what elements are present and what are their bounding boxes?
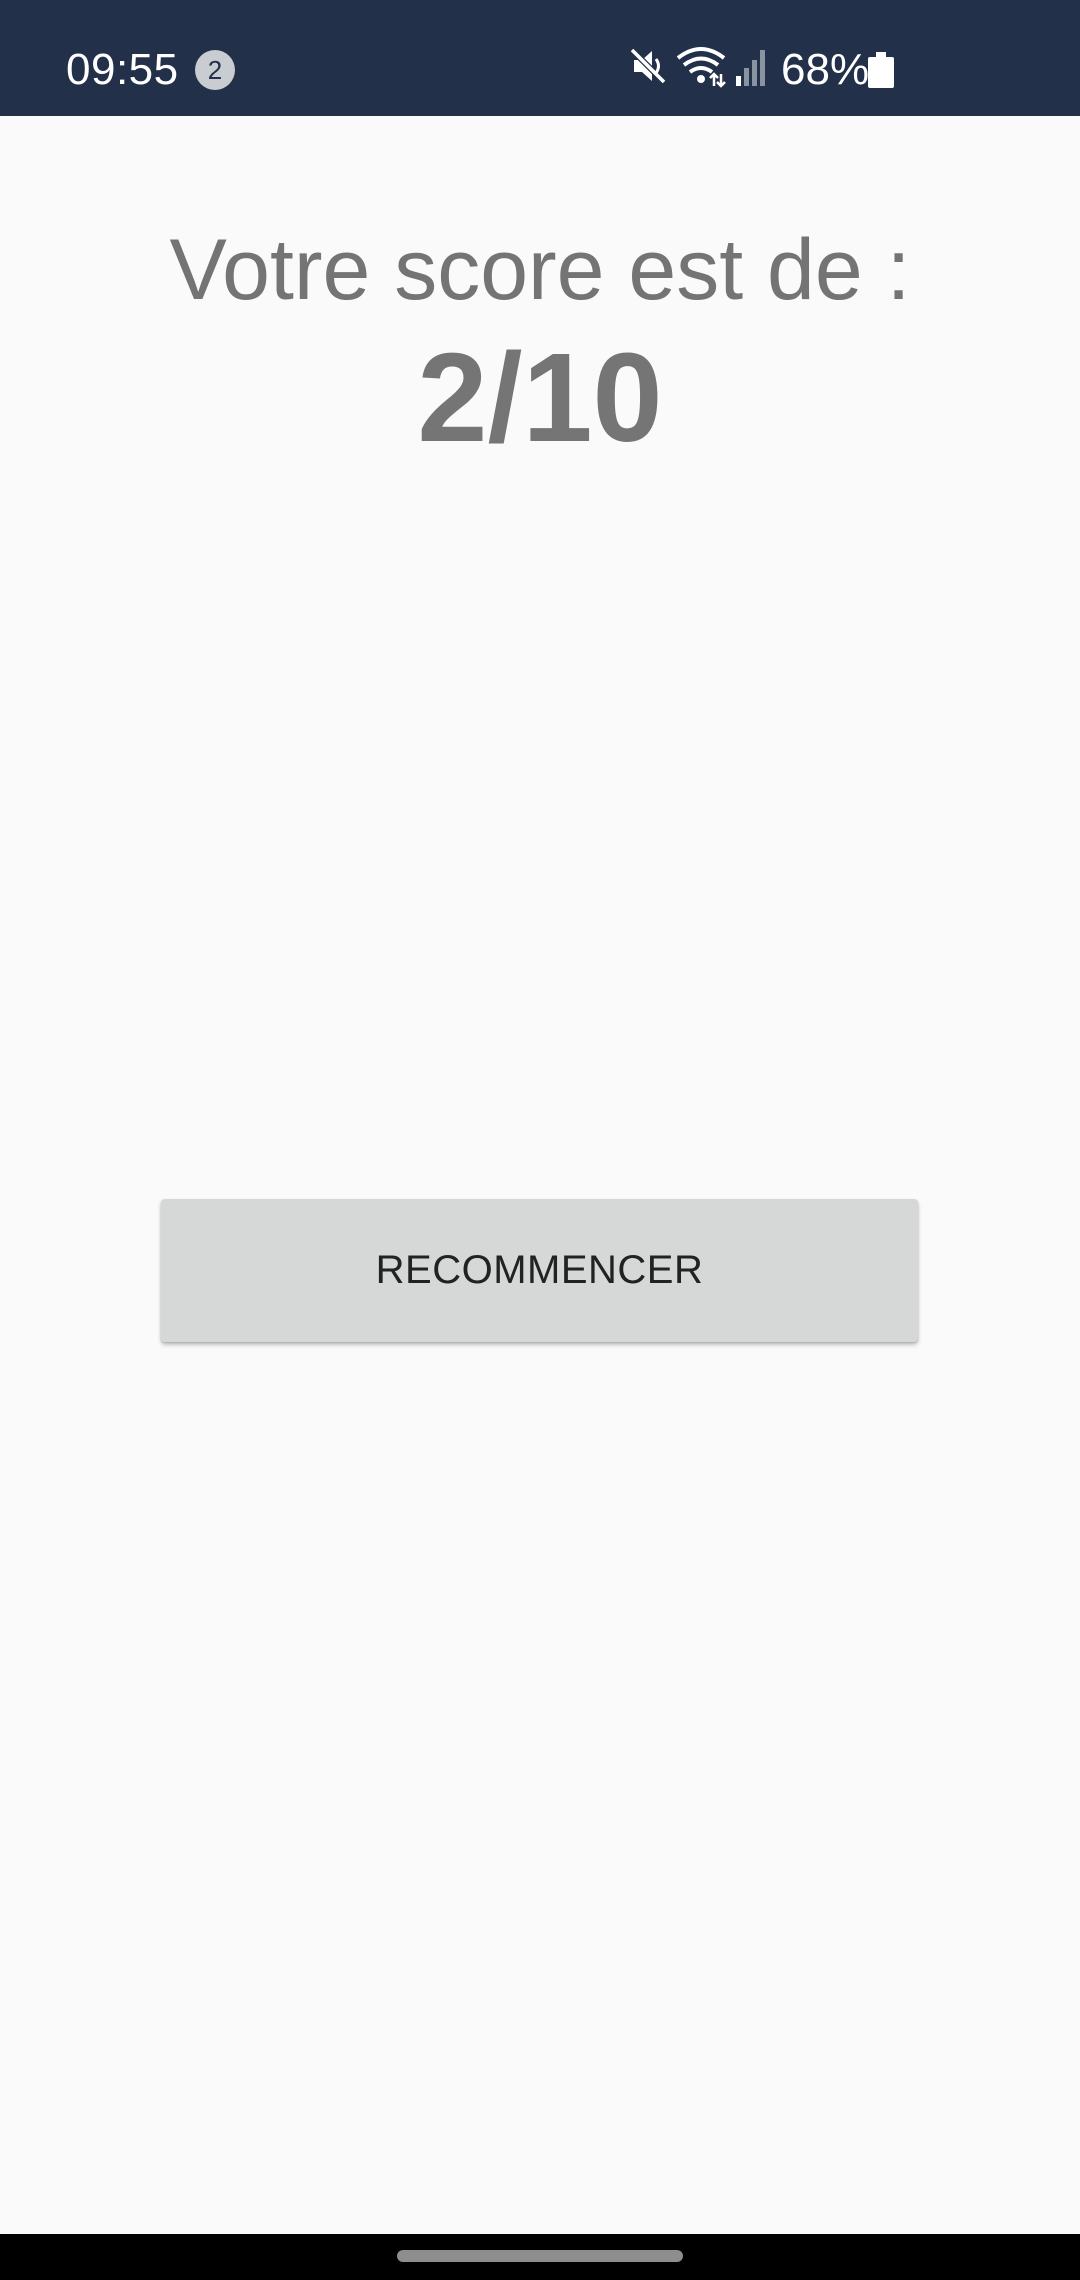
mute-icon: [629, 47, 667, 85]
battery-icon: [868, 52, 894, 88]
wifi-icon: [676, 47, 726, 88]
cell-signal-icon: [736, 50, 765, 86]
status-time: 09:55: [66, 45, 179, 94]
score-value: 2/10: [417, 327, 663, 468]
restart-button[interactable]: RECOMMENCER: [161, 1199, 918, 1342]
home-gesture-handle[interactable]: [397, 2250, 683, 2262]
score-label: Votre score est de :: [169, 222, 911, 318]
battery-percent: 68%: [781, 45, 870, 94]
navigation-bar: [0, 2234, 1080, 2280]
status-bar: 09:55 2 68%: [0, 0, 1080, 116]
notification-count-badge: 2: [195, 50, 235, 90]
